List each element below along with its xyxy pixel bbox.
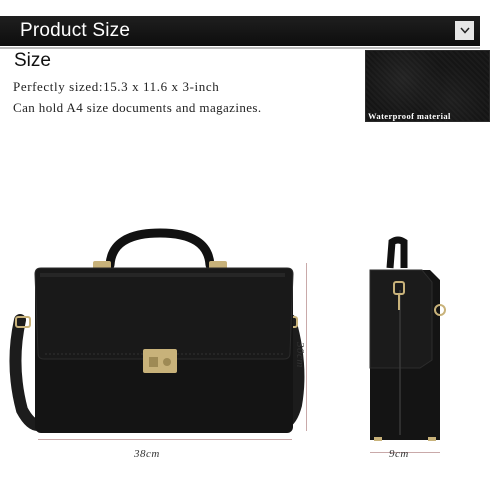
depth-label: 9cm bbox=[389, 448, 409, 460]
width-label: 38cm bbox=[134, 448, 160, 460]
header-divider bbox=[0, 47, 480, 49]
capacity-description: Can hold A4 size documents and magazines… bbox=[13, 100, 262, 115]
height-label: 30cm bbox=[294, 342, 306, 368]
chevron-down-icon[interactable] bbox=[455, 21, 474, 40]
briefcase-front-image bbox=[0, 225, 320, 450]
height-dimension-line bbox=[306, 263, 307, 431]
material-label: Waterproof material bbox=[368, 111, 451, 121]
size-description: Perfectly sized:15.3 x 11.6 x 3-inch bbox=[13, 79, 220, 94]
size-heading: Size bbox=[14, 50, 51, 71]
product-size-header: Product Size bbox=[0, 16, 480, 46]
width-dimension-line bbox=[38, 439, 292, 440]
briefcase-side-image bbox=[340, 230, 500, 455]
header-title: Product Size bbox=[20, 20, 131, 41]
